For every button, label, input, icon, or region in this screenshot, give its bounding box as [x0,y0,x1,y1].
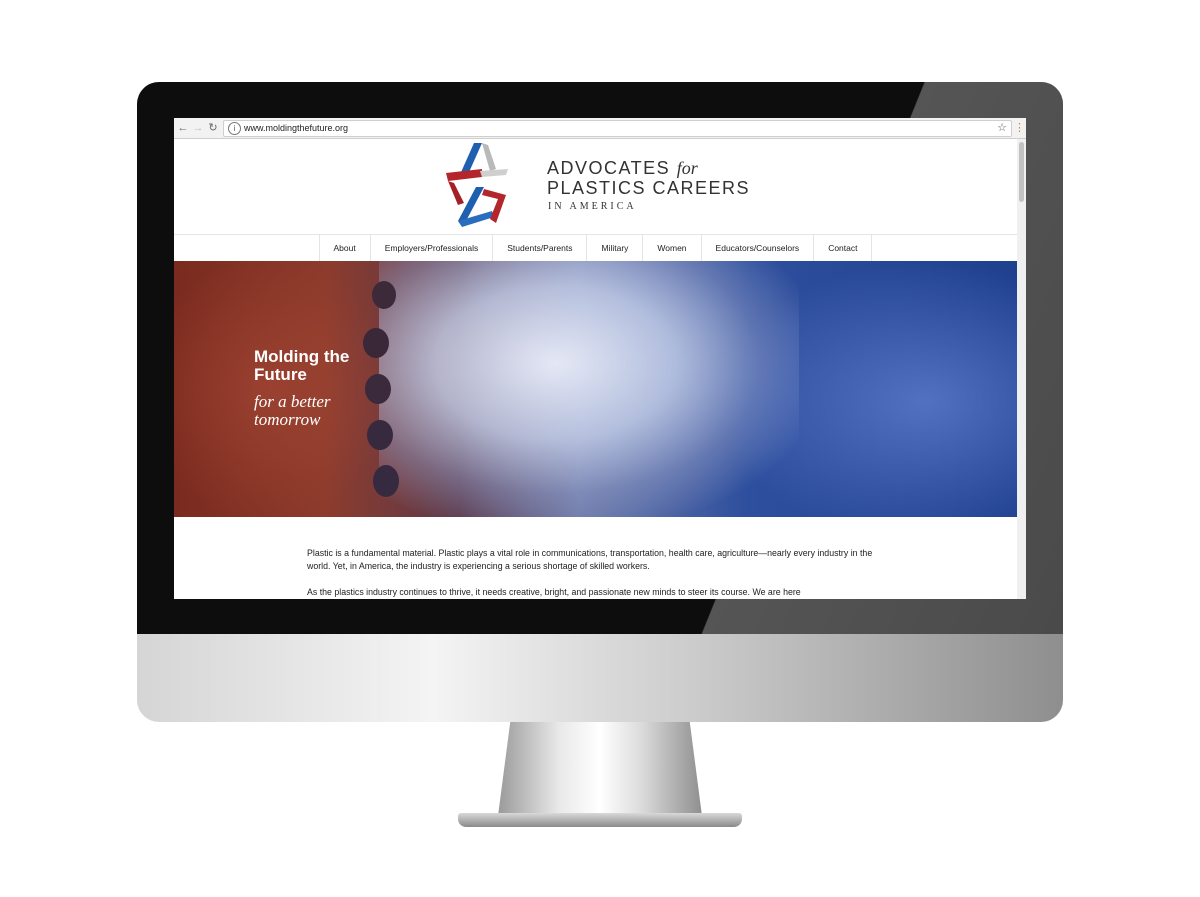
nav-item-educators-counselors[interactable]: Educators/Counselors [700,235,814,262]
logo-line3: IN AMERICA [548,201,637,212]
main-nav: About Employers/Professionals Students/P… [174,234,1017,262]
hero-subtitle: for a better tomorrow [254,393,394,429]
hero-subtitle-line2: tomorrow [254,410,321,429]
hero-subtitle-line1: for a better [254,392,331,411]
logo-line1: ADVOCATES [547,158,671,178]
nav-item-about[interactable]: About [318,235,370,262]
browser-window: ← → ↻ i www.moldingthefuture.org ☆ ⋮ ADV… [174,118,1026,599]
arrow-right-icon[interactable]: → [191,121,205,135]
hero-banner: Molding the Future for a better tomorrow [174,261,1017,517]
intro-paragraph-1: Plastic is a fundamental material. Plast… [307,548,873,571]
hero-title-line2: Future [254,365,307,384]
arrow-left-icon[interactable]: ← [176,121,190,135]
address-bar[interactable]: i www.moldingthefuture.org ☆ [223,120,1012,137]
info-icon[interactable]: i [228,122,241,135]
scrollbar[interactable] [1017,139,1026,599]
nav-item-military[interactable]: Military [586,235,642,262]
browser-toolbar: ← → ↻ i www.moldingthefuture.org ☆ ⋮ [174,118,1026,139]
logo-wordmark[interactable]: ADVOCATES for PLASTICS CAREERS IN AMERIC… [547,158,750,216]
nav-item-contact[interactable]: Contact [813,235,873,262]
logo-line2: PLASTICS CAREERS [547,178,751,198]
url-text[interactable]: www.moldingthefuture.org [244,122,348,135]
hero-fingertips-image [363,281,399,497]
star-logo-icon[interactable] [444,139,510,227]
hero-title-line1: Molding the [254,347,350,366]
nav-item-employers-professionals[interactable]: Employers/Professionals [369,235,493,262]
nav-item-students-parents[interactable]: Students/Parents [492,235,586,262]
intro-paragraph-2: As the plastics industry continues to th… [307,587,801,597]
logo-for: for [676,158,698,178]
hero-hand-image [714,261,1017,517]
scrollbar-thumb[interactable] [1019,142,1024,202]
hero-title: Molding the Future [254,348,394,384]
menu-dots-icon[interactable]: ⋮ [1014,121,1025,135]
monitor-stand [498,722,702,816]
site-header: ADVOCATES for PLASTICS CAREERS IN AMERIC… [174,139,1017,234]
reload-icon[interactable]: ↻ [206,121,220,135]
nav-item-women[interactable]: Women [642,235,700,262]
monitor-foot [458,813,742,827]
bookmark-star-icon[interactable]: ☆ [997,121,1007,135]
intro-content: Plastic is a fundamental material. Plast… [307,547,887,599]
